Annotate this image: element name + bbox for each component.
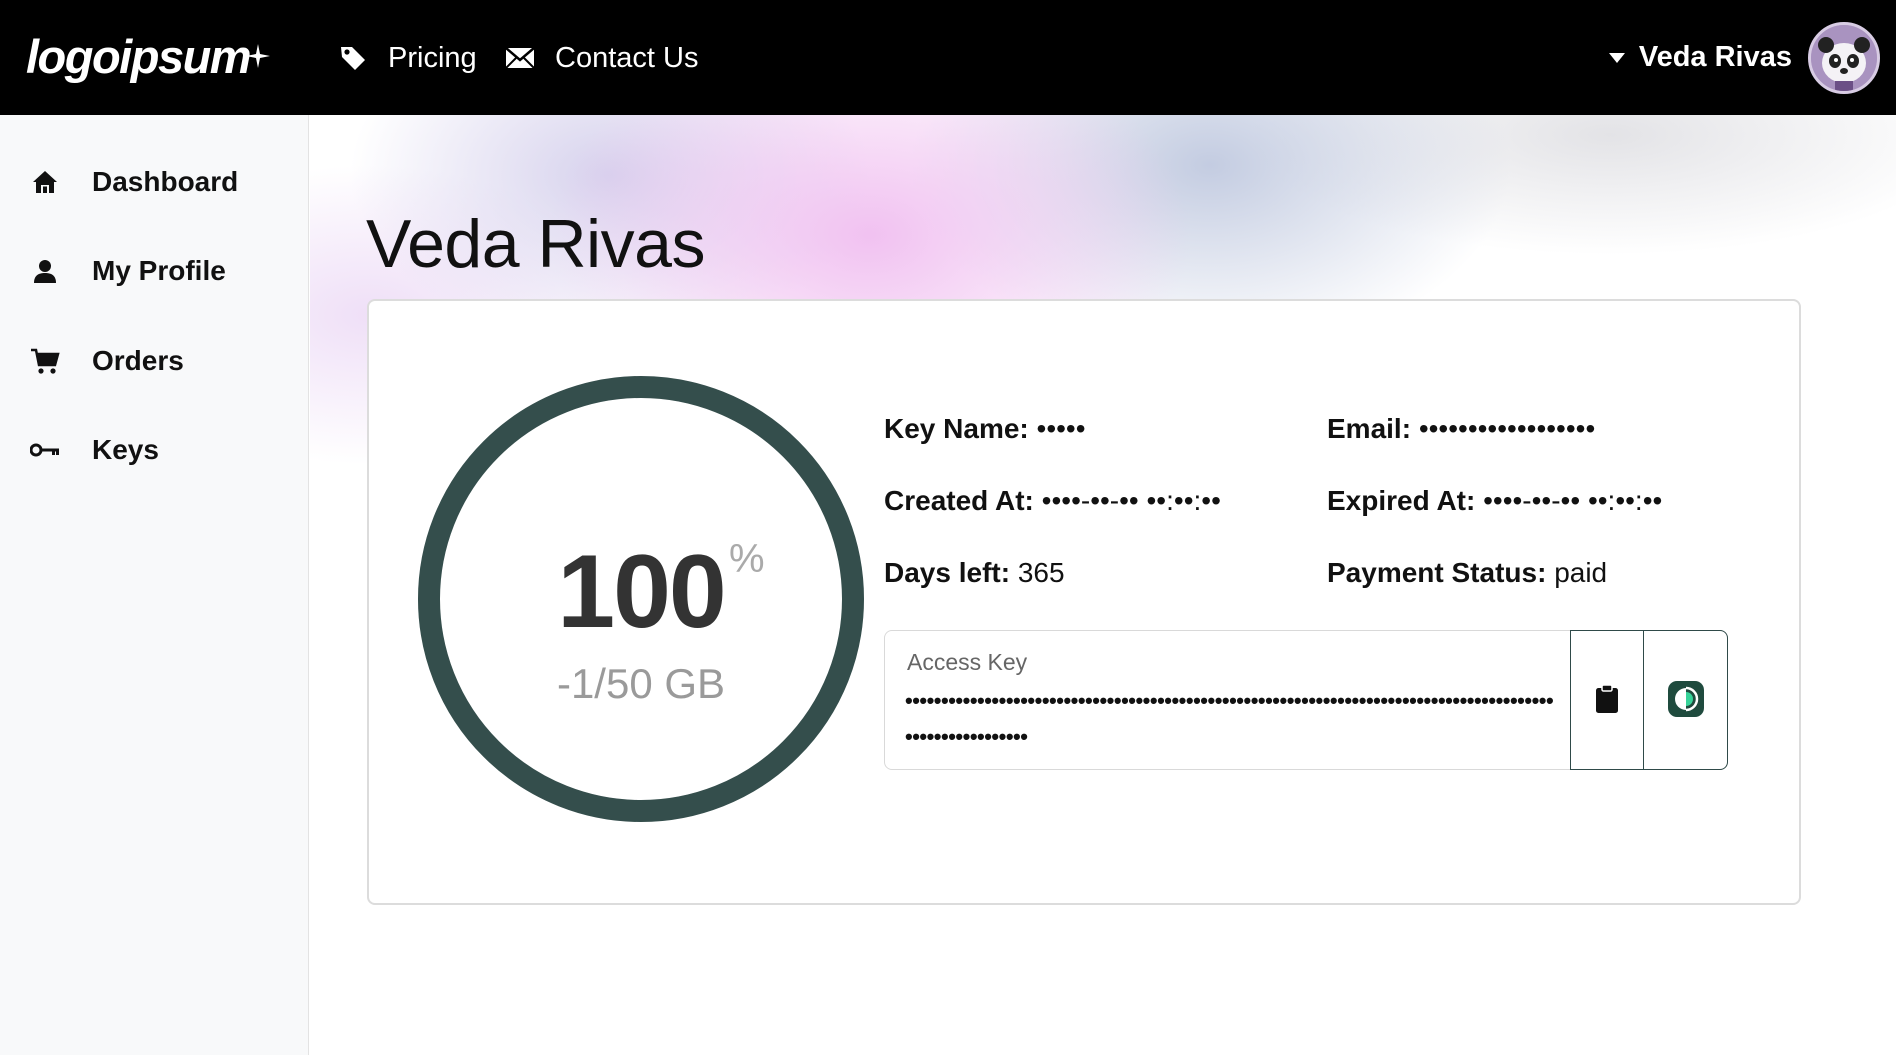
sidebar: Dashboard My Profile Orders Keys bbox=[0, 115, 309, 1055]
nav-pricing-label: Pricing bbox=[388, 41, 477, 74]
usage-detail: -1/50 GB bbox=[556, 660, 726, 707]
avatar[interactable] bbox=[1808, 21, 1880, 94]
usage-percent-value: 100 bbox=[415, 533, 867, 652]
access-key-label: Access Key bbox=[907, 649, 1028, 675]
page-title: Veda Rivas bbox=[366, 206, 705, 282]
usage-gauge: 100 % -1/50 GB bbox=[415, 373, 867, 825]
expired-at-value: ••••-••-•• ••:••:•• bbox=[1483, 485, 1663, 516]
key-name-field: Key Name: ••••• bbox=[884, 413, 1086, 445]
payment-status-field: Payment Status: paid bbox=[1327, 557, 1607, 589]
access-key-value[interactable]: ••••••••••••••••••••••••••••••••••••••••… bbox=[905, 683, 1560, 763]
user-menu-dropdown[interactable]: Veda Rivas bbox=[1605, 20, 1880, 95]
sidebar-item-label: My Profile bbox=[92, 255, 226, 286]
home-icon bbox=[30, 167, 60, 197]
sidebar-item-dashboard[interactable]: Dashboard bbox=[0, 152, 309, 212]
access-key-field: Access Key •••••••••••••••••••••••••••••… bbox=[884, 630, 1728, 770]
envelope-icon bbox=[505, 43, 535, 73]
main-content: Veda Rivas 100 % -1/50 GB Key Name: ••••… bbox=[310, 115, 1896, 1055]
toggle-icon bbox=[1667, 680, 1705, 721]
days-left-value: 365 bbox=[1017, 557, 1065, 588]
days-left-label: Days left: bbox=[884, 557, 1011, 588]
key-details-card: 100 % -1/50 GB Key Name: ••••• Email: ••… bbox=[367, 299, 1801, 905]
sidebar-item-my-profile[interactable]: My Profile bbox=[0, 241, 309, 301]
tag-icon bbox=[338, 43, 368, 73]
logo-text: logoipsum bbox=[26, 29, 252, 83]
sidebar-item-label: Dashboard bbox=[92, 166, 239, 197]
sidebar-item-label: Orders bbox=[92, 345, 184, 376]
nav-contact-label: Contact Us bbox=[555, 41, 699, 74]
created-at-label: Created At: bbox=[884, 485, 1034, 516]
days-left-field: Days left: 365 bbox=[884, 557, 1065, 589]
user-icon bbox=[30, 256, 60, 286]
sidebar-item-orders[interactable]: Orders bbox=[0, 331, 309, 391]
created-at-value: ••••-••-•• ••:••:•• bbox=[1041, 485, 1221, 516]
email-field: Email: •••••••••••••••••• bbox=[1327, 413, 1595, 445]
logo[interactable]: logoipsum bbox=[26, 28, 271, 84]
created-at-field: Created At: ••••-••-•• ••:••:•• bbox=[884, 485, 1221, 517]
caret-down-icon bbox=[1605, 46, 1629, 70]
nav-pricing-link[interactable]: Pricing bbox=[338, 36, 477, 80]
nav-contact-link[interactable]: Contact Us bbox=[505, 36, 698, 80]
user-name: Veda Rivas bbox=[1638, 41, 1792, 73]
expired-at-label: Expired At: bbox=[1327, 485, 1476, 516]
email-label: Email: bbox=[1327, 413, 1412, 444]
key-name-value: ••••• bbox=[1036, 413, 1086, 444]
key-icon bbox=[30, 435, 60, 465]
cart-icon bbox=[30, 346, 60, 376]
sidebar-item-keys[interactable]: Keys bbox=[0, 420, 309, 480]
top-navbar: logoipsum Pricing Contact Us Veda Rivas bbox=[0, 0, 1896, 115]
expired-at-field: Expired At: ••••-••-•• ••:••:•• bbox=[1327, 485, 1662, 517]
payment-status-label: Payment Status: bbox=[1327, 557, 1547, 588]
clipboard-icon bbox=[1595, 683, 1619, 717]
sparkle-icon bbox=[246, 24, 271, 79]
payment-status-value: paid bbox=[1554, 557, 1608, 588]
usage-percent-number: 100 bbox=[557, 534, 727, 650]
copy-key-button[interactable] bbox=[1570, 630, 1644, 770]
toggle-visibility-button[interactable] bbox=[1643, 630, 1728, 770]
email-value: •••••••••••••••••• bbox=[1418, 413, 1596, 444]
usage-percent-symbol: % bbox=[729, 537, 765, 581]
sidebar-item-label: Keys bbox=[92, 434, 159, 465]
key-name-label: Key Name: bbox=[884, 413, 1029, 444]
